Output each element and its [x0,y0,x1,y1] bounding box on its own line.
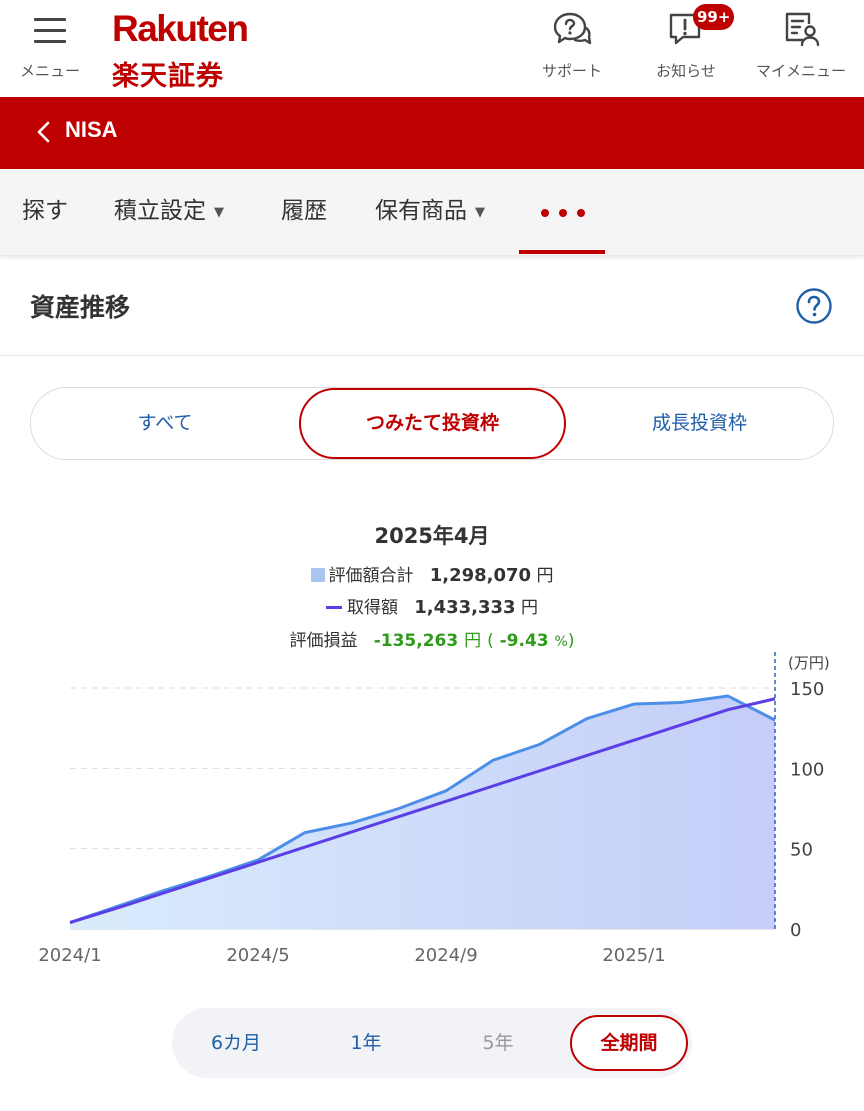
chevron-left-icon [37,121,50,143]
asset-trend-chart[interactable]: 0 50 100 150 (万円) 2024/1 2024/5 2024/9 2025/1 [0,648,864,978]
tab-holdings[interactable]: 保有商品 ▼ [375,169,485,255]
rakuten-logo[interactable]: Rakuten 楽天証券 [112,8,252,92]
segment-all[interactable]: すべて [31,388,299,459]
x-tick-label: 2024/5 [226,945,289,966]
legend-acquisition: 取得額 1,433,333 円 [0,593,864,618]
period-6months[interactable]: 6カ月 [186,1008,286,1078]
x-tick-label: 2024/9 [414,945,477,966]
account-type-segment: すべて つみたて投資枠 成長投資枠 [30,387,834,460]
period-all[interactable]: 全期間 [570,1015,688,1071]
app-header: メニュー Rakuten 楽天証券 サポート お知らせ 99+ マイメニュー [0,0,864,97]
hamburger-icon [34,18,66,44]
help-icon[interactable] [795,287,833,325]
acquisition-label: 取得額 [347,598,398,618]
tab-search-label: 探す [22,198,68,224]
summary-date: 2025年4月 [374,524,490,548]
period-1year[interactable]: 1年 [316,1008,416,1078]
tab-holdings-label: 保有商品 [375,198,467,224]
caret-down-icon: ▼ [475,205,485,220]
valuation-label: 評価額合計 [328,566,414,586]
y-tick-label: 100 [790,759,824,780]
y-tick-label: 50 [790,840,813,861]
nisa-tab-bar: 探す 積立設定 ▼ 履歴 保有商品 ▼ [0,169,864,255]
section-divider [0,355,864,356]
acquisition-value: 1,433,333 [414,597,516,618]
y-tick-label: 0 [790,920,801,941]
mymenu-label: マイメニュー [755,62,846,80]
period-selector: 6カ月 1年 5年 全期間 [172,1008,692,1078]
valuation-yen: 円 [536,566,554,586]
y-tick-label: 150 [790,679,824,700]
valuation-area [70,696,775,929]
nisa-title-bar: NISA [0,97,864,169]
legend-area-swatch [310,568,325,582]
back-button[interactable]: NISA [20,97,160,169]
logo-text-jp: 楽天証券 [112,61,224,92]
valuation-value: 1,298,070 [429,565,532,586]
active-tab-indicator [519,250,605,254]
legend-line-swatch [326,606,342,609]
tab-more[interactable] [519,169,605,255]
segment-growth[interactable]: 成長投資枠 [566,388,833,459]
page-title: NISA [65,117,118,142]
tab-accumulation-settings[interactable]: 積立設定 ▼ [114,169,224,255]
menu-button[interactable]: メニュー [14,10,86,86]
notice-label: お知らせ [656,62,716,80]
period-5years: 5年 [482,1032,514,1054]
support-button[interactable]: サポート [532,10,612,86]
tab-accumulation-label: 積立設定 [114,198,206,224]
legend-valuation: 評価額合計 1,298,070 円 [0,561,864,586]
tab-search[interactable]: 探す [22,169,68,255]
more-dots-icon [541,209,585,217]
x-tick-label: 2025/1 [602,945,665,966]
acquisition-yen: 円 [520,598,538,618]
logo-text-en: Rakuten [112,8,249,49]
support-chat-icon [553,12,592,45]
section-title: 資産推移 [30,293,131,322]
caret-down-icon: ▼ [214,205,224,220]
mymenu-button[interactable]: マイメニュー [748,10,854,86]
tab-history-label: 履歴 [281,198,327,224]
menu-label: メニュー [19,62,80,80]
user-document-icon [785,12,820,47]
segment-tsumitate[interactable]: つみたて投資枠 [299,388,566,459]
notice-badge: 99+ [693,4,735,30]
tab-history[interactable]: 履歴 [281,169,327,255]
x-tick-label: 2024/1 [38,945,101,966]
y-unit-label: (万円) [788,654,830,672]
support-label: サポート [541,62,602,80]
